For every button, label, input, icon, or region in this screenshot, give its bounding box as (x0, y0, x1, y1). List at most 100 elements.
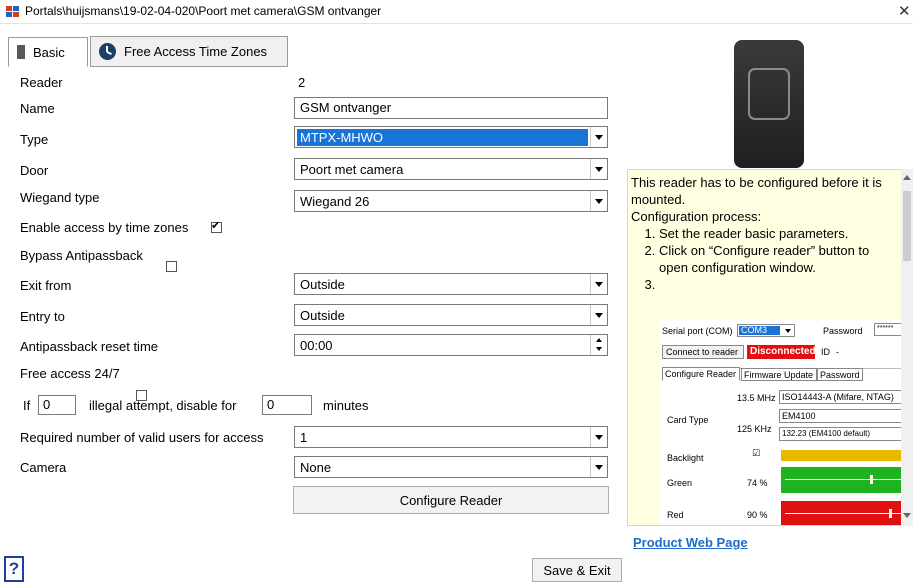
free-access-label: Free access 24/7 (20, 366, 120, 381)
configure-reader-button[interactable]: Configure Reader (293, 486, 609, 514)
save-exit-button[interactable]: Save & Exit (532, 558, 622, 582)
camera-value: None (300, 460, 332, 475)
mini-green-label: Green (667, 478, 693, 488)
mini-freq2-value: EM4100 (779, 409, 904, 423)
scroll-thumb[interactable] (903, 191, 911, 261)
tab-basic-label: Basic (33, 44, 65, 60)
entry-to-select[interactable]: Outside (294, 304, 608, 326)
mini-serial-select: COM3 (737, 324, 795, 337)
mini-freq2: 125 KHz (737, 424, 772, 434)
if-label: If (23, 398, 31, 413)
name-input[interactable]: GSM ontvanger (294, 97, 608, 119)
app-icon (6, 6, 19, 17)
window-title: Portals\huijsmans\19-02-04-020\Poort met… (25, 4, 382, 18)
info-line-2: Configuration process: (631, 209, 762, 224)
tab-basic[interactable]: Basic (8, 37, 88, 67)
exit-from-value: Outside (300, 277, 345, 292)
chevron-down-icon[interactable] (590, 274, 607, 294)
mini-green-track (785, 479, 902, 480)
mini-freq2-value2: 132.23 (EM4100 default) (779, 427, 904, 441)
enable-access-checkbox[interactable] (211, 219, 222, 233)
bypass-antipassback-label: Bypass Antipassback (20, 248, 143, 263)
disable-minutes-input[interactable]: 0 (262, 395, 312, 415)
enable-access-label: Enable access by time zones (20, 220, 189, 235)
camera-select[interactable]: None (294, 456, 608, 478)
antipassback-reset-time-input[interactable]: 00:00 (294, 334, 608, 356)
info-step-2: Click on “Configure reader” button to op… (659, 242, 899, 276)
configuration-screenshot: Serial port (COM) COM3 Password ****** C… (659, 320, 904, 525)
wiegand-select[interactable]: Wiegand 26 (294, 190, 608, 212)
type-label: Type (20, 132, 49, 147)
mini-chevron-down-icon (785, 329, 791, 333)
exit-from-label: Exit from (20, 278, 72, 293)
required-users-value: 1 (300, 430, 308, 445)
basic-tab-icon (17, 45, 25, 59)
mini-freq1: 13.5 MHz (737, 393, 776, 403)
required-users-select[interactable]: 1 (294, 426, 608, 448)
info-scrollbar[interactable] (901, 169, 913, 526)
exit-from-select[interactable]: Outside (294, 273, 608, 295)
chevron-down-icon[interactable] (590, 305, 607, 325)
reader-value: 2 (298, 75, 306, 90)
illegal-attempts-input[interactable]: 0 (38, 395, 76, 415)
mini-tab-password: Password (817, 368, 863, 381)
reader-label: Reader (20, 75, 63, 90)
reader-device-image (734, 40, 804, 168)
mini-card-type-label: Card Type (667, 415, 709, 425)
chevron-down-icon[interactable] (590, 457, 607, 477)
info-step-3 (659, 276, 899, 293)
product-web-page-link[interactable]: Product Web Page (633, 535, 748, 550)
title-bar: Portals\huijsmans\19-02-04-020\Poort met… (0, 0, 913, 24)
mini-green-value: 74 % (747, 478, 768, 488)
info-steps: Set the reader basic parameters. Click o… (659, 225, 899, 293)
camera-label: Camera (20, 460, 67, 475)
name-label: Name (20, 101, 55, 116)
mini-status-badge: Disconnected (747, 345, 816, 359)
bypass-antipassback-checkbox[interactable] (166, 261, 177, 272)
mini-password-label: Password (823, 326, 863, 336)
close-icon[interactable]: ✕ (898, 2, 911, 20)
entry-to-value: Outside (300, 308, 345, 323)
mini-red-track (785, 513, 902, 514)
required-users-label: Required number of valid users for acces… (20, 430, 264, 445)
chevron-down-icon[interactable] (590, 159, 607, 179)
mini-connect-button: Connect to reader (662, 345, 744, 359)
wiegand-label: Wiegand type (20, 190, 100, 205)
info-line-1: This reader has to be configured before … (631, 175, 882, 207)
type-select[interactable]: MTPX-MHWO (294, 126, 608, 148)
antipassback-reset-value: 00:00 (300, 338, 333, 353)
door-label: Door (20, 163, 49, 178)
mini-red-slider (781, 501, 904, 525)
wiegand-select-value: Wiegand 26 (300, 194, 370, 209)
mini-red-label: Red (667, 510, 684, 520)
mini-tab-firmware-update: Firmware Update (741, 368, 817, 381)
illegal-attempt-label: illegal attempt, disable for (89, 398, 237, 413)
scroll-up-icon[interactable] (903, 175, 911, 180)
reader-window (748, 68, 790, 120)
mini-id-value: - (836, 347, 839, 357)
info-panel: This reader has to be configured before … (627, 169, 905, 526)
mini-red-value: 90 % (747, 510, 768, 520)
mini-serial-value: COM3 (739, 326, 780, 335)
mini-id-label: ID (821, 347, 830, 357)
chevron-down-icon[interactable] (590, 191, 607, 211)
tab-free-access-time-zones[interactable]: Free Access Time Zones (90, 36, 288, 67)
help-button[interactable]: ? (4, 556, 24, 582)
chevron-down-icon[interactable] (590, 427, 607, 447)
info-text: This reader has to be configured before … (631, 174, 899, 293)
type-select-value: MTPX-MHWO (297, 129, 588, 146)
mini-backlight-check-icon: ☑ (752, 449, 761, 459)
chevron-down-icon[interactable] (590, 127, 607, 147)
mini-tab-configure-reader: Configure Reader (662, 367, 740, 381)
door-select-value: Poort met camera (300, 162, 404, 177)
scroll-down-icon[interactable] (903, 513, 911, 518)
mini-red-slider-handle (888, 509, 892, 518)
door-select[interactable]: Poort met camera (294, 158, 608, 180)
spinner-icon[interactable] (590, 335, 607, 355)
mini-serial-label: Serial port (COM) (662, 326, 733, 336)
minutes-label: minutes (323, 398, 369, 413)
mini-freq1-value: ISO14443-A (Mifare, NTAG) (779, 390, 904, 404)
clock-icon (99, 43, 116, 60)
antipassback-reset-label: Antipassback reset time (20, 339, 159, 354)
entry-to-label: Entry to (20, 309, 65, 324)
